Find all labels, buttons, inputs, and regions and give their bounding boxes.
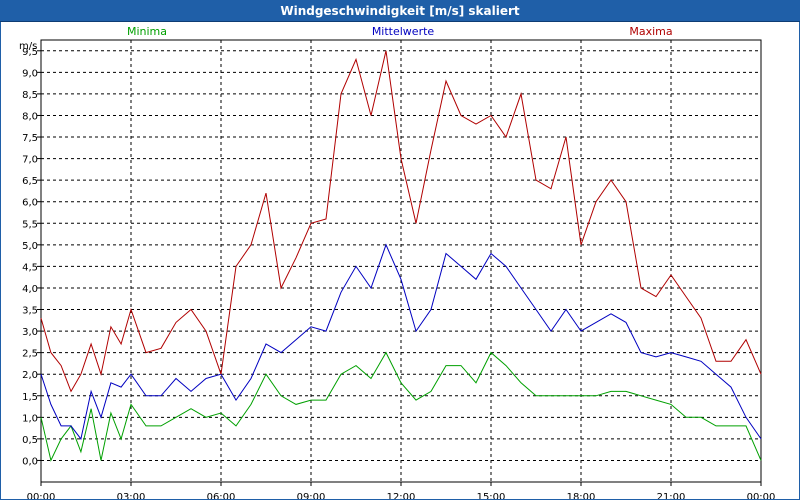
y-tick-label: 1,5 [22,392,38,403]
y-tick-label: 2,5 [22,349,38,360]
y-tick-label: 4,0 [22,284,38,295]
chart-svg: 0,0 0,5 1,0 1,5 2,0 2,5 3,0 3,5 4,0 4,5 5,0 5,5 6,0 6… [19,25,776,499]
legend-mittelwerte: Mittelwerte [372,25,435,38]
y-tick-label: 8,5 [22,90,38,101]
y-tick-label: 4,5 [22,262,38,273]
chart-frame: 0,0 0,5 1,0 1,5 2,0 2,5 3,0 3,5 4,0 4,5 5,0 5,5 6,0 6… [0,22,800,500]
x-tick-time: 00:00 [747,492,776,499]
legend-maxima: Maxima [629,25,672,38]
x-tick-time: 12:00 [387,492,416,499]
y-tick-label: 8,0 [22,111,38,122]
x-tick-time: 00:00 [27,492,56,499]
window-titlebar: Windgeschwindigkeit [m/s] skaliert [0,0,800,22]
y-tick-label: 1,0 [22,413,38,424]
x-tick-time: 18:00 [567,492,596,499]
x-tick-time: 03:00 [117,492,146,499]
y-tick-label: 0,5 [22,435,38,446]
y-tick-label: 0,0 [22,456,38,467]
y-tick-label: 6,5 [22,176,38,187]
x-tick-time: 21:00 [657,492,686,499]
y-tick-label: 3,0 [22,327,38,338]
x-tick-time: 15:00 [477,492,506,499]
y-tick-label: 3,5 [22,306,38,317]
y-unit-label: m/s [19,41,37,52]
y-tick-label: 5,0 [22,241,38,252]
y-tick-label: 2,0 [22,370,38,381]
legend-minima: Minima [127,25,167,38]
y-tick-label: 7,5 [22,133,38,144]
y-tick-label: 5,5 [22,219,38,230]
y-tick-label: 7,0 [22,155,38,166]
window-title: Windgeschwindigkeit [m/s] skaliert [280,3,520,18]
x-tick-time: 09:00 [297,492,326,499]
y-tick-label: 9,0 [22,68,38,79]
y-tick-label: 6,0 [22,198,38,209]
x-tick-time: 06:00 [207,492,236,499]
